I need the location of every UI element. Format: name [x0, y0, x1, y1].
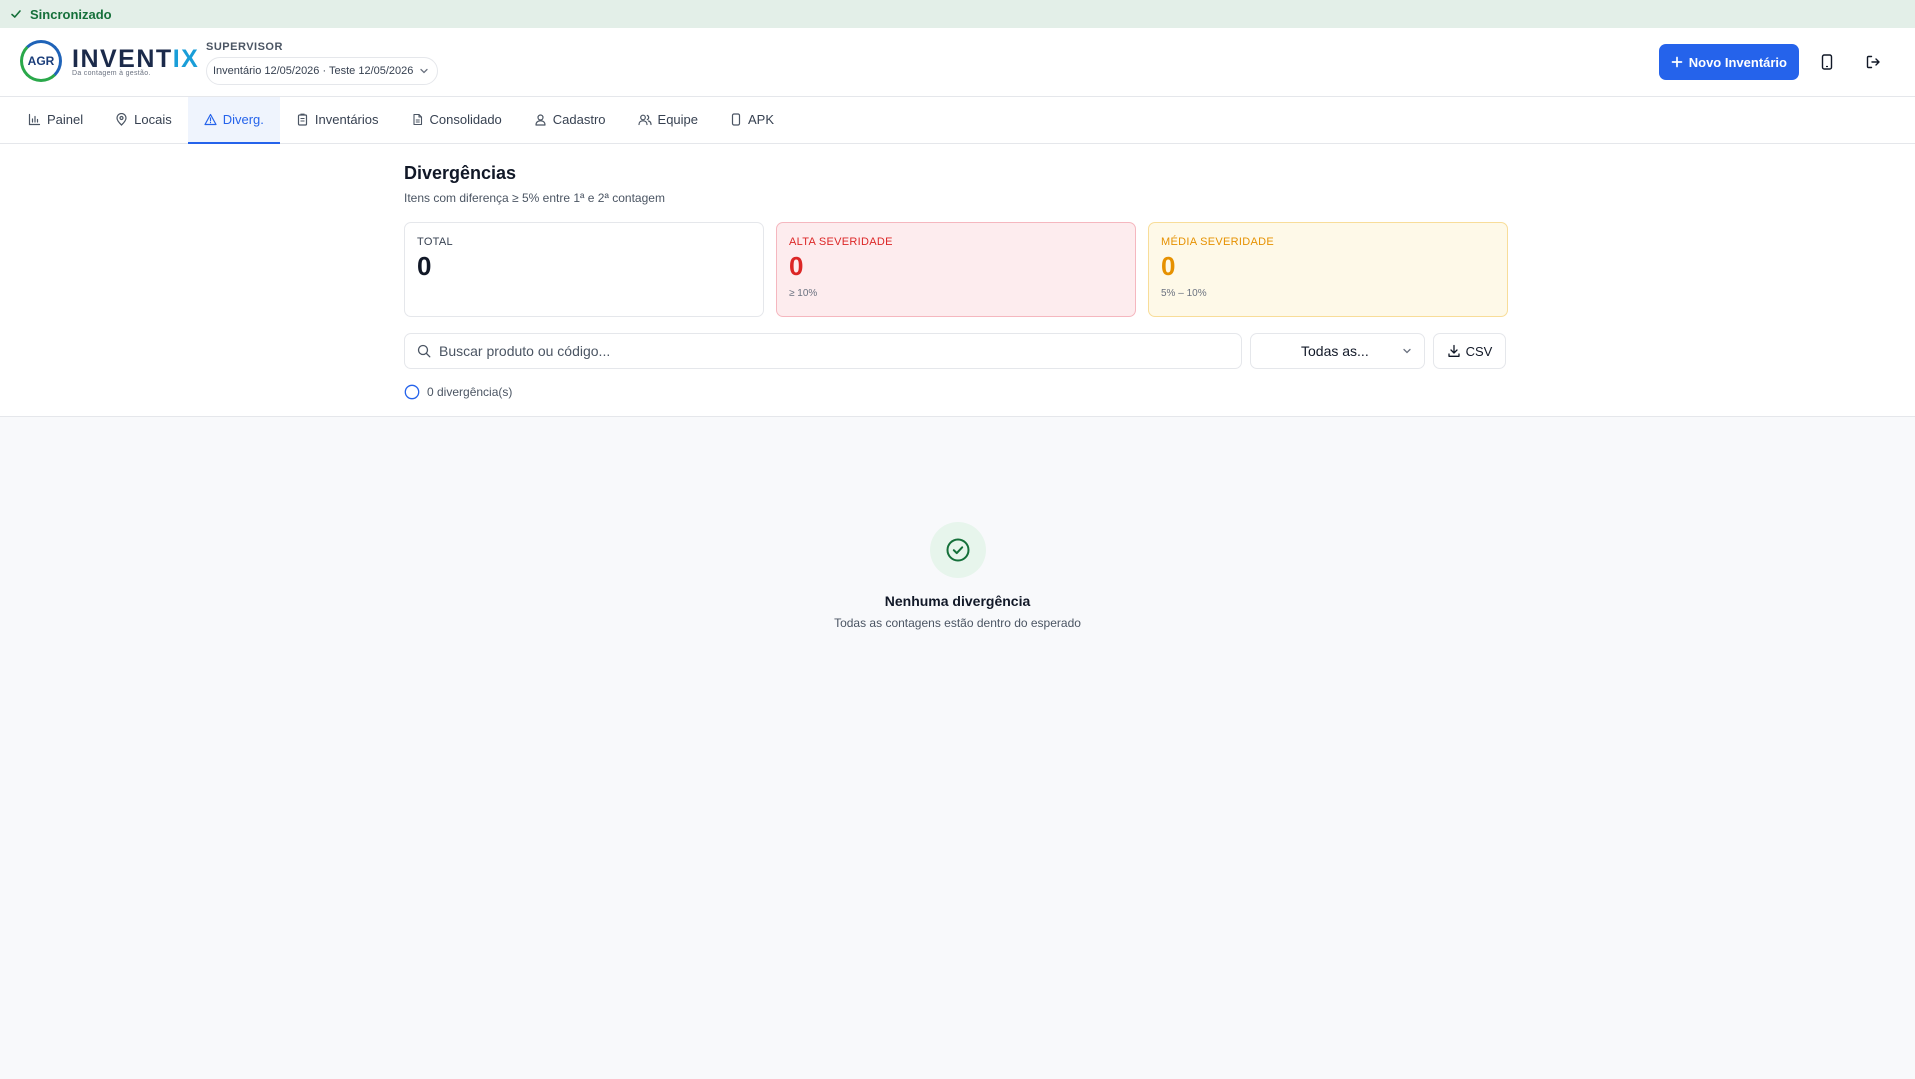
- empty-state-badge: [929, 522, 986, 578]
- total-card-label: TOTAL: [417, 236, 453, 248]
- warning-triangle-icon: [204, 113, 217, 126]
- download-icon: [1447, 344, 1460, 357]
- medium-severity-value: 0: [1161, 251, 1176, 281]
- divergence-count-text: 0 divergência(s): [427, 385, 513, 399]
- divergences-panel: Divergências Itens com diferença ≥ 5% en…: [0, 144, 1915, 417]
- phone-icon: [1821, 54, 1833, 70]
- logout-icon: [1866, 55, 1880, 69]
- new-inventory-button[interactable]: Novo Inventário: [1658, 44, 1799, 80]
- high-severity-value: 0: [789, 251, 804, 281]
- search-icon: [417, 344, 431, 358]
- header-actions: Novo Inventário: [1658, 44, 1915, 80]
- clipboard-icon: [297, 113, 308, 126]
- logout-button[interactable]: [1855, 44, 1891, 80]
- sync-status-text: Sincronizado: [30, 6, 112, 22]
- device-button[interactable]: [1809, 44, 1845, 80]
- check-icon: [11, 10, 21, 18]
- severity-filter-select[interactable]: Todas as...: [1250, 333, 1425, 369]
- tab-consolidado[interactable]: Consolidado: [395, 97, 518, 144]
- app-header: AGR INVENTIX Da contagem à gestão. SUPER…: [0, 28, 1915, 97]
- sync-status-bar: Sincronizado: [0, 0, 1915, 28]
- tab-equipe[interactable]: Equipe: [622, 97, 714, 144]
- tab-painel[interactable]: Painel: [12, 97, 99, 144]
- main-tabs: Painel Locais Diverg. Inventários Consol…: [0, 97, 1915, 144]
- chevron-down-icon: [1403, 348, 1411, 354]
- inventory-selector[interactable]: Inventário 12/05/2026 · Teste 12/05/2026: [206, 57, 439, 85]
- severity-filter-value: Todas as...: [1301, 343, 1369, 359]
- check-circle-icon: [946, 538, 969, 562]
- high-severity-label: ALTA SEVERIDADE: [789, 236, 893, 248]
- map-pin-icon: [116, 113, 127, 126]
- chevron-down-icon: [420, 68, 429, 74]
- total-card-value: 0: [417, 251, 432, 281]
- brand-name: INVENTIX: [72, 44, 200, 73]
- tab-cadastro[interactable]: Cadastro: [518, 97, 622, 144]
- bar-chart-icon: [28, 113, 41, 126]
- summary-cards: TOTAL 0 ALTA SEVERIDADE 0 ≥ 10% MÉDIA SE…: [404, 222, 1508, 317]
- empty-state-subtitle: Todas as contagens estão dentro do esper…: [834, 616, 1081, 630]
- tab-locais[interactable]: Locais: [99, 97, 188, 144]
- high-severity-note: ≥ 10%: [789, 288, 818, 299]
- filter-bar: Todas as... CSV: [404, 333, 1506, 369]
- search-input[interactable]: [439, 343, 1241, 359]
- role-block: SUPERVISOR Inventário 12/05/2026 · Teste…: [206, 41, 439, 85]
- plus-icon: [1671, 56, 1683, 68]
- new-inventory-label: Novo Inventário: [1688, 54, 1787, 70]
- medium-severity-note: 5% – 10%: [1161, 288, 1207, 299]
- medium-severity-card: MÉDIA SEVERIDADE 0 5% – 10%: [1148, 222, 1508, 317]
- page-subtitle: Itens com diferença ≥ 5% entre 1ª e 2ª c…: [404, 191, 665, 205]
- phone-icon: [731, 113, 741, 126]
- circle-icon: [404, 384, 420, 400]
- document-icon: [412, 113, 422, 126]
- inventory-selector-value: Inventário 12/05/2026 · Teste 12/05/2026: [213, 65, 414, 77]
- user-role: SUPERVISOR: [206, 41, 283, 53]
- empty-state: Nenhuma divergência Todas as contagens e…: [0, 522, 1915, 630]
- search-box: [404, 333, 1242, 369]
- export-csv-label: CSV: [1465, 343, 1493, 359]
- logo-badge: AGR: [20, 40, 62, 82]
- tab-apk[interactable]: APK: [714, 97, 790, 144]
- medium-severity-label: MÉDIA SEVERIDADE: [1161, 236, 1274, 248]
- app-logo[interactable]: AGR INVENTIX Da contagem à gestão.: [20, 40, 199, 82]
- divergence-count: 0 divergência(s): [404, 384, 512, 400]
- users-icon: [637, 114, 652, 126]
- user-badge-icon: [535, 114, 546, 126]
- page-title: Divergências: [404, 163, 517, 183]
- export-csv-button[interactable]: CSV: [1433, 333, 1506, 369]
- empty-state-title: Nenhuma divergência: [884, 593, 1031, 609]
- high-severity-card: ALTA SEVERIDADE 0 ≥ 10%: [776, 222, 1136, 317]
- total-card: TOTAL 0: [404, 222, 764, 317]
- tab-divergencias[interactable]: Diverg.: [187, 97, 280, 144]
- tab-inventarios[interactable]: Inventários: [280, 97, 395, 144]
